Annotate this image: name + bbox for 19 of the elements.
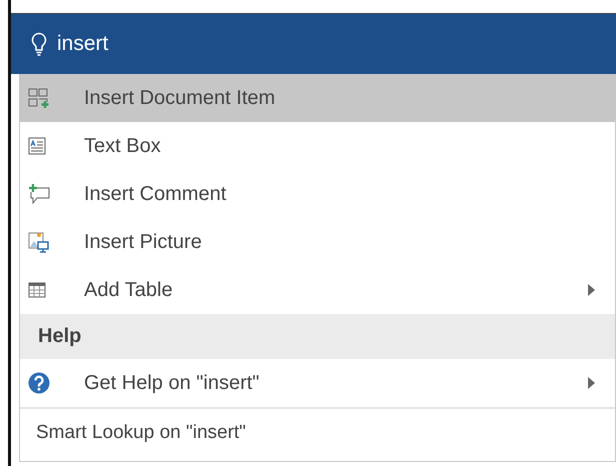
menu-item[interactable]: Add Table xyxy=(20,266,615,314)
grid-plus-icon xyxy=(28,88,50,108)
smart-lookup-item[interactable]: Smart Lookup on "insert" xyxy=(20,407,615,457)
menu-item[interactable]: Insert Document Item xyxy=(20,74,615,122)
menu-item[interactable]: Insert Comment xyxy=(20,170,615,218)
text-box-icon xyxy=(28,137,46,155)
section-header: Help xyxy=(20,314,615,359)
menu-item[interactable]: Insert Picture xyxy=(20,218,615,266)
search-bar[interactable]: insert xyxy=(11,13,616,74)
comment-plus-icon xyxy=(28,183,50,205)
table-icon xyxy=(28,281,46,299)
search-query: insert xyxy=(57,32,108,56)
submenu-arrow-icon xyxy=(588,284,595,296)
picture-monitor-icon xyxy=(28,231,50,253)
help-icon xyxy=(28,372,50,394)
submenu-arrow-icon xyxy=(588,377,595,389)
menu-item[interactable]: Text Box xyxy=(20,122,615,170)
lightbulb-icon xyxy=(31,32,47,56)
menu-item[interactable]: Get Help on "insert" xyxy=(20,359,615,407)
